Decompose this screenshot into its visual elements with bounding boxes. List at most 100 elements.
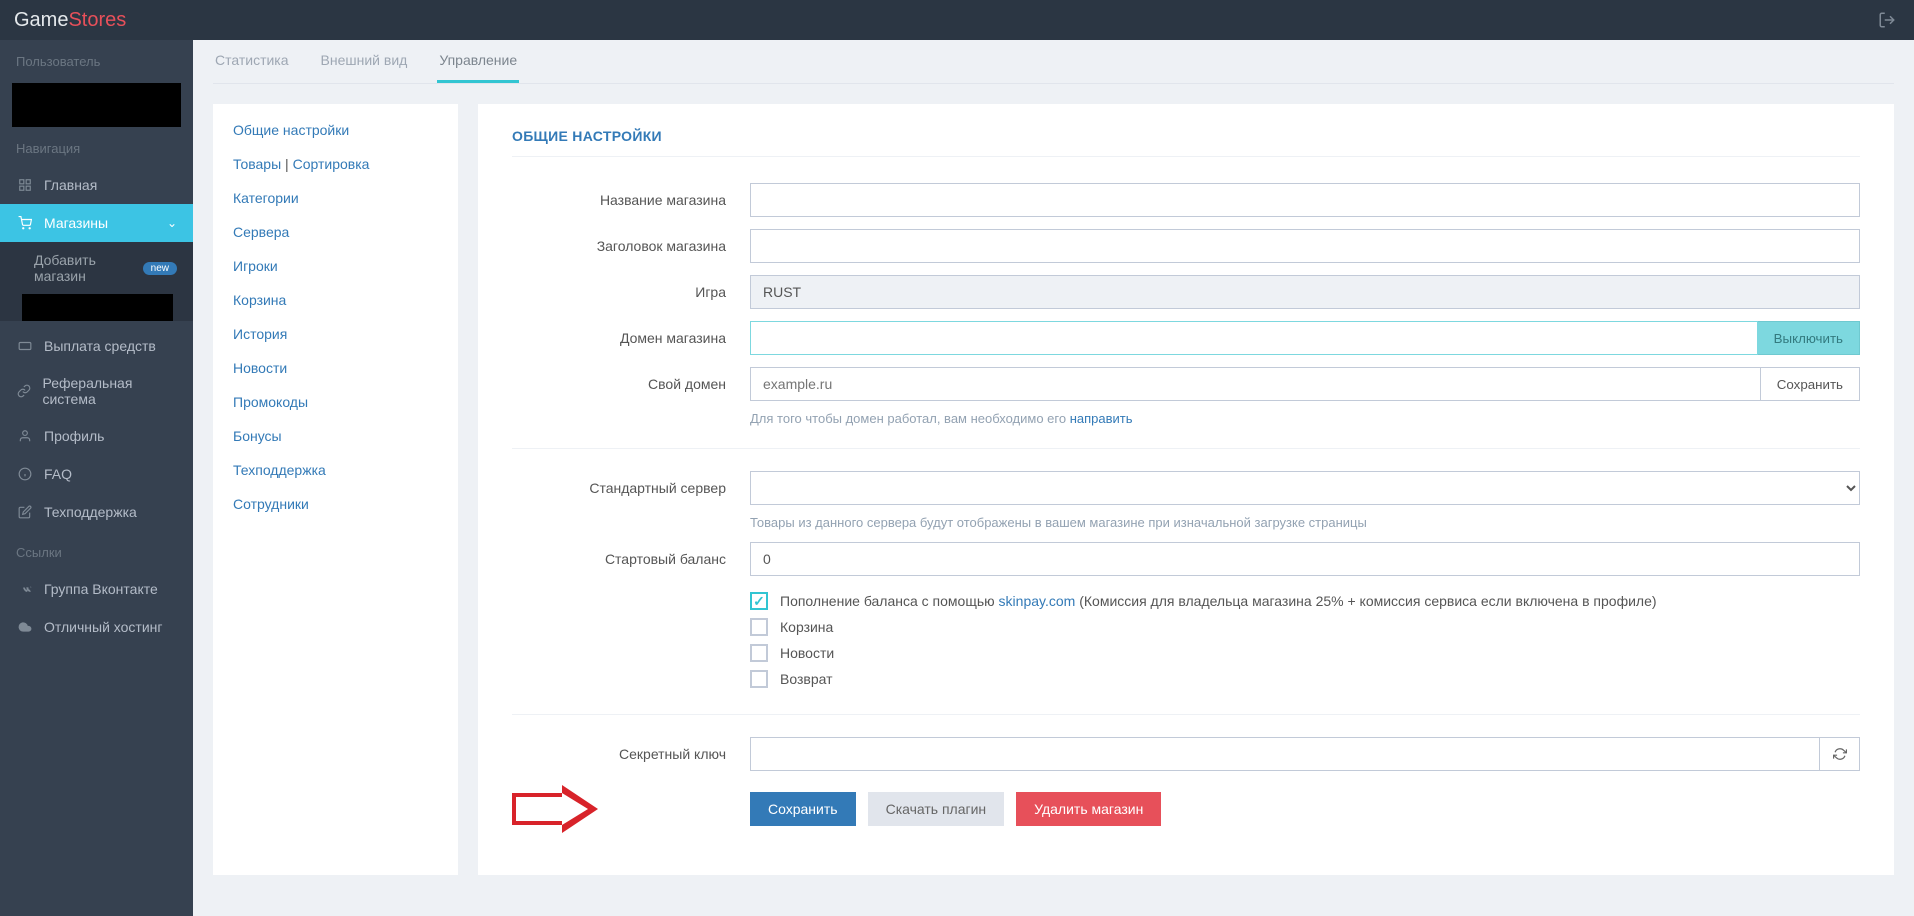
nav-shops[interactable]: Магазины ⌄ <box>0 204 193 242</box>
submenu-promo[interactable]: Промокоды <box>233 394 438 410</box>
nav-add-shop[interactable]: Добавить магазин new <box>0 242 193 294</box>
select-default-server[interactable] <box>750 471 1860 505</box>
check-news-row[interactable]: Новости <box>750 640 1860 666</box>
nav-faq[interactable]: FAQ <box>0 455 193 493</box>
logo[interactable]: GameStores <box>14 9 126 32</box>
save-domain-button[interactable]: Сохранить <box>1761 367 1860 401</box>
submenu-sorting[interactable]: Сортировка <box>293 156 370 172</box>
tab-stats[interactable]: Статистика <box>213 52 291 83</box>
submenu-sep: | <box>281 156 292 172</box>
checkbox-refund[interactable] <box>750 670 768 688</box>
check-skinpay-text: Пополнение баланса с помощью skinpay.com… <box>780 593 1657 609</box>
label-own-domain: Свой домен <box>512 376 750 392</box>
submenu-goods-row: Товары | Сортировка <box>233 156 438 172</box>
check-cart-row[interactable]: Корзина <box>750 614 1860 640</box>
user-avatar-box[interactable] <box>12 83 181 127</box>
label-shop-domain: Домен магазина <box>512 330 750 346</box>
refresh-icon <box>1833 747 1847 761</box>
check-cart-label: Корзина <box>780 619 833 635</box>
label-shop-name: Название магазина <box>512 192 750 208</box>
input-game <box>750 275 1860 309</box>
link-vk-label: Группа Вконтакте <box>44 581 158 597</box>
submenu-history[interactable]: История <box>233 326 438 342</box>
check-skinpay-row[interactable]: Пополнение баланса с помощью skinpay.com… <box>750 588 1860 614</box>
logo-part2: Stores <box>68 9 126 31</box>
new-badge: new <box>143 262 177 275</box>
checkbox-cart[interactable] <box>750 618 768 636</box>
submenu-goods[interactable]: Товары <box>233 156 281 172</box>
submenu-servers[interactable]: Сервера <box>233 224 438 240</box>
check-refund-row[interactable]: Возврат <box>750 666 1860 692</box>
nav-payout-label: Выплата средств <box>44 338 156 354</box>
link-vk[interactable]: Группа Вконтакте <box>0 570 193 608</box>
submenu-card: Общие настройки Товары | Сортировка Кате… <box>213 104 458 875</box>
help-domain: Для того чтобы домен работал, вам необхо… <box>750 411 1860 426</box>
skinpay-link[interactable]: skinpay.com <box>999 593 1076 609</box>
tabs: Статистика Внешний вид Управление <box>213 52 1894 84</box>
link-icon <box>16 382 32 400</box>
sidebar: Пользователь Навигация Главная Магазины … <box>0 0 193 916</box>
input-own-domain[interactable] <box>750 367 1761 401</box>
sidebar-section-nav: Навигация <box>0 127 193 166</box>
checkbox-skinpay[interactable] <box>750 592 768 610</box>
tab-manage[interactable]: Управление <box>437 52 519 83</box>
help-domain-pre: Для того чтобы домен работал, вам необхо… <box>750 411 1070 426</box>
submenu-categories[interactable]: Категории <box>233 190 438 206</box>
submenu-players[interactable]: Игроки <box>233 258 438 274</box>
grid-icon <box>16 176 34 194</box>
logo-part1: Game <box>14 9 68 31</box>
nav-shops-label: Магазины <box>44 215 108 231</box>
input-shop-title[interactable] <box>750 229 1860 263</box>
checkbox-news[interactable] <box>750 644 768 662</box>
nav-referral-label: Реферальная система <box>42 375 177 407</box>
topbar: GameStores <box>0 0 1914 40</box>
delete-shop-button[interactable]: Удалить магазин <box>1016 792 1161 826</box>
main-content: Статистика Внешний вид Управление Общие … <box>193 0 1914 916</box>
edit-icon <box>16 503 34 521</box>
nav-payout[interactable]: Выплата средств <box>0 327 193 365</box>
input-secret-key[interactable] <box>750 737 1820 771</box>
label-secret-key: Секретный ключ <box>512 746 750 762</box>
cloud-icon <box>16 618 34 636</box>
user-icon <box>16 427 34 445</box>
nav-home[interactable]: Главная <box>0 166 193 204</box>
wallet-icon <box>16 337 34 355</box>
input-shop-name[interactable] <box>750 183 1860 217</box>
nav-profile-label: Профиль <box>44 428 104 444</box>
nav-profile[interactable]: Профиль <box>0 417 193 455</box>
submenu-support[interactable]: Техподдержка <box>233 462 438 478</box>
check-skinpay-post: (Комиссия для владельца магазина 25% + к… <box>1075 593 1656 609</box>
disable-domain-button[interactable]: Выключить <box>1758 321 1860 355</box>
check-refund-label: Возврат <box>780 671 833 687</box>
input-start-balance[interactable] <box>750 542 1860 576</box>
help-domain-link[interactable]: направить <box>1070 411 1133 426</box>
label-default-server: Стандартный сервер <box>512 480 750 496</box>
submenu-news[interactable]: Новости <box>233 360 438 376</box>
nav-referral[interactable]: Реферальная система <box>0 365 193 417</box>
nav-support-label: Техподдержка <box>44 504 137 520</box>
settings-card: ОБЩИЕ НАСТРОЙКИ Название магазина Заголо… <box>478 104 1894 875</box>
submenu-staff[interactable]: Сотрудники <box>233 496 438 512</box>
logout-icon[interactable] <box>1878 11 1896 29</box>
cart-icon <box>16 214 34 232</box>
label-game: Игра <box>512 284 750 300</box>
help-server: Товары из данного сервера будут отображе… <box>750 515 1860 530</box>
nav-support[interactable]: Техподдержка <box>0 493 193 531</box>
annotation-arrow <box>512 789 622 829</box>
submenu-cart[interactable]: Корзина <box>233 292 438 308</box>
submenu-bonuses[interactable]: Бонусы <box>233 428 438 444</box>
save-button[interactable]: Сохранить <box>750 792 856 826</box>
refresh-key-button[interactable] <box>1820 737 1860 771</box>
submenu-general[interactable]: Общие настройки <box>233 122 438 138</box>
nav-home-label: Главная <box>44 177 97 193</box>
link-hosting[interactable]: Отличный хостинг <box>0 608 193 646</box>
sidebar-section-links: Ссылки <box>0 531 193 570</box>
download-plugin-button[interactable]: Скачать плагин <box>868 792 1005 826</box>
label-shop-title: Заголовок магазина <box>512 238 750 254</box>
nav-add-shop-label: Добавить магазин <box>34 252 135 284</box>
nav-shops-submenu: Добавить магазин new <box>0 242 193 321</box>
input-shop-domain[interactable] <box>750 321 1758 355</box>
nav-current-shop[interactable] <box>22 294 173 321</box>
sidebar-section-user: Пользователь <box>0 40 193 79</box>
tab-appearance[interactable]: Внешний вид <box>319 52 410 83</box>
